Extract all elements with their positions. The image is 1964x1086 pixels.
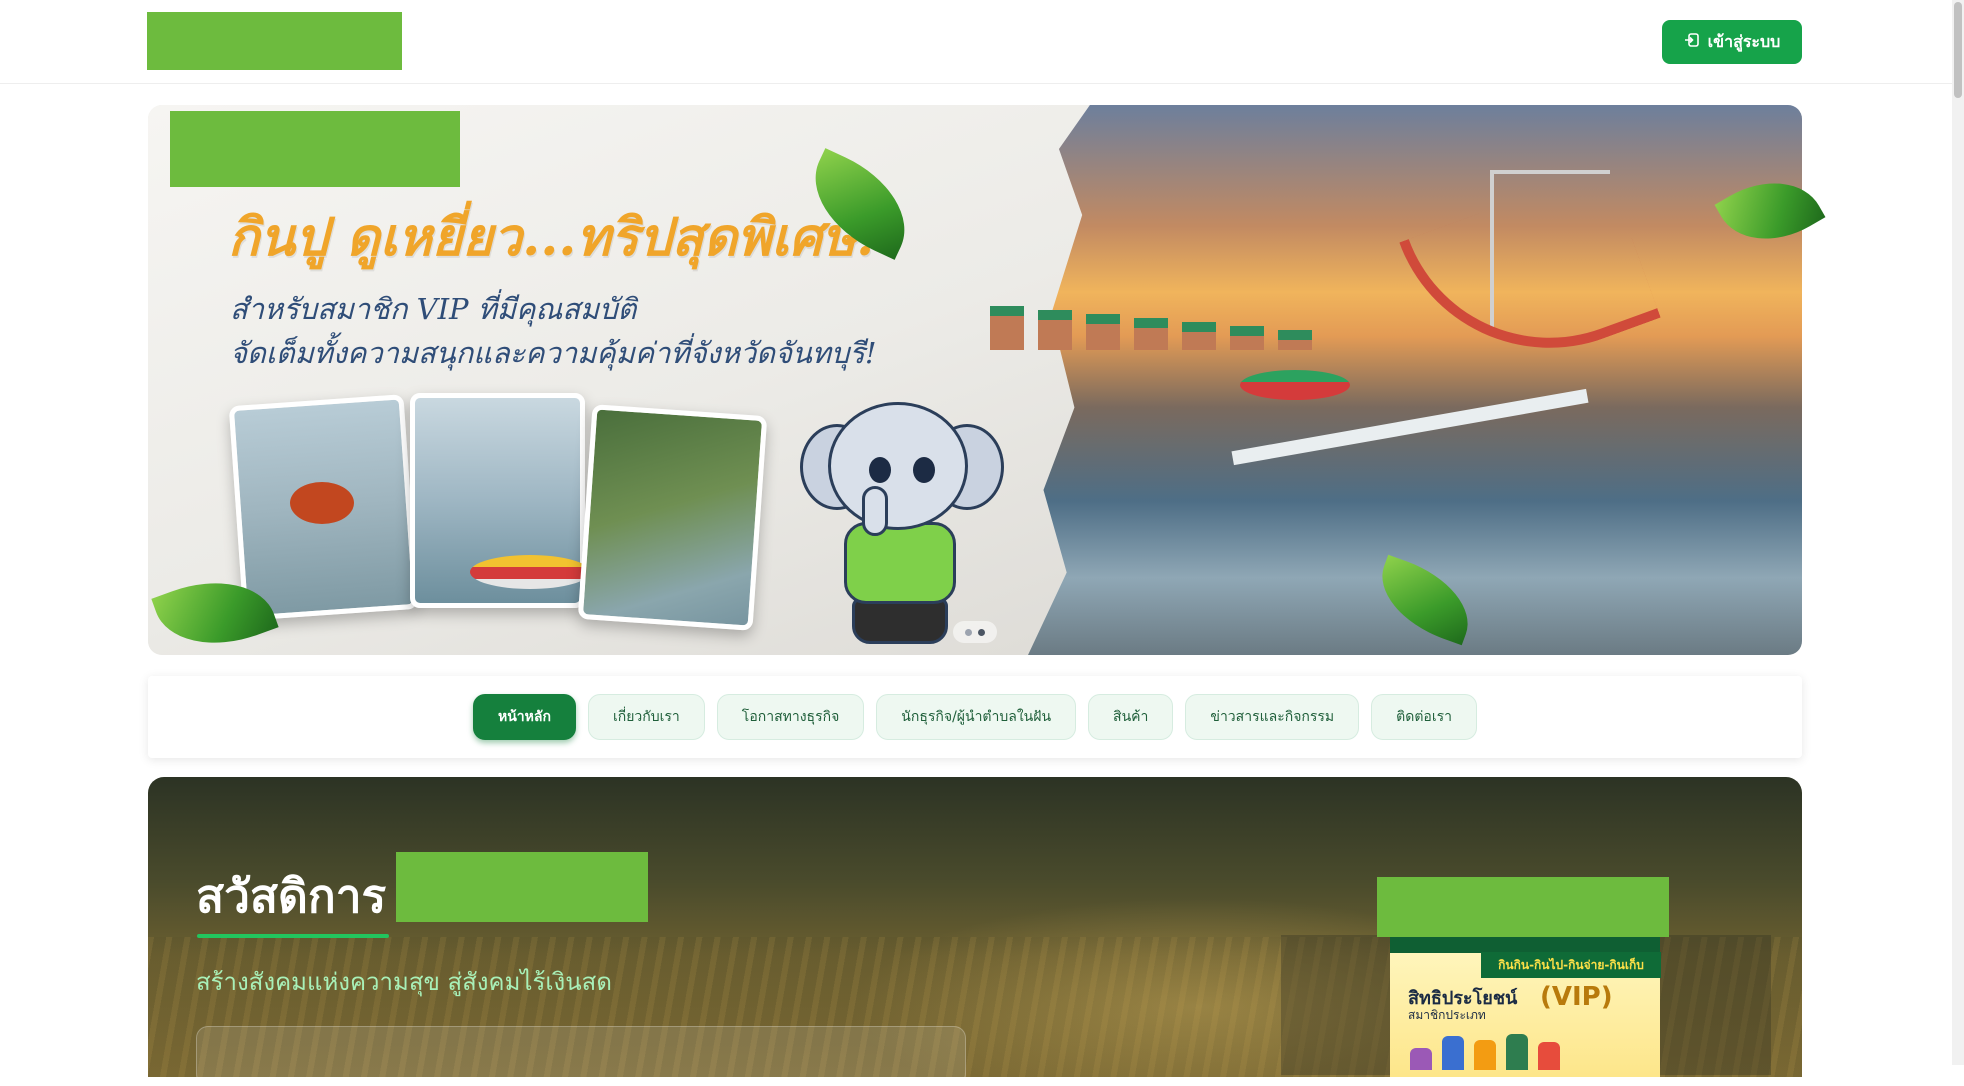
carousel-dot-2[interactable] [978,628,985,636]
nav-item-about[interactable]: เกี่ยวกับเรา [587,694,705,740]
hero-title: สวัสดิการ [196,869,387,923]
eagle-photo [577,404,768,631]
card-logo [1377,877,1669,937]
scrollbar-thumb[interactable] [1954,2,1962,98]
banner-subtitle-line2: จัดเต็มทั้งความสนุกและความคุ้มค่าที่จังห… [230,336,877,370]
login-label: เข้าสู่ระบบ [1707,31,1781,51]
card-vip-badge: (VIP) [1540,982,1613,1012]
page-scrollbar[interactable] [1952,0,1964,1065]
nav-item-products[interactable]: สินค้า [1088,694,1174,740]
card-tag: กินกิน-กินไป-กินจ่าย-กินเก็บ [1481,952,1661,978]
elephant-mascot [800,402,1010,652]
hero-content-panel [196,1026,966,1086]
hero-subtitle: สร้างสังคมแห่งความสุข สู่สังคมไร้เงินสด [196,968,612,996]
nav-item-home[interactable]: หน้าหลัก [472,694,576,740]
site-header: เข้าสู่ระบบ [0,0,1952,84]
site-logo[interactable] [147,12,402,70]
carousel-indicator [953,621,997,643]
hero-title-logo [396,852,648,922]
banner-title: กินปู ดูเหยี่ยว...ทริปสุดพิเศษ! [228,207,880,268]
card-subheading: สมาชิกประเภท [1408,1008,1486,1022]
login-button[interactable]: เข้าสู่ระบบ [1662,20,1802,64]
nav-item-contact[interactable]: ติดต่อเรา [1371,694,1477,740]
banner-subtitle-line1: สำหรับสมาชิก VIP ที่มีคุณสมบัติ [230,292,637,326]
card-header-strip [1390,937,1660,953]
nav-item-dream-leader[interactable]: นักธุรกิจ/ผู้นำตำบลในฝัน [876,694,1077,740]
float-ring-image [1240,370,1350,400]
carousel-dot-1[interactable] [965,628,972,636]
pool-float-image [470,555,590,589]
crab-image [290,482,354,524]
banner-logo [170,111,460,187]
hero-title-underline [197,934,389,938]
lake-cabins-image [990,290,1410,350]
login-icon [1684,32,1700,52]
main-navigation: หน้าหลัก เกี่ยวกับเรา โอกาสทางธุรกิจ นัก… [148,676,1802,758]
nav-item-business-opportunity[interactable]: โอกาสทางธุรกิจ [716,694,865,740]
nav-item-news[interactable]: ข่าวสารและกิจกรรม [1185,694,1360,740]
card-people-illustration [1410,1030,1650,1070]
